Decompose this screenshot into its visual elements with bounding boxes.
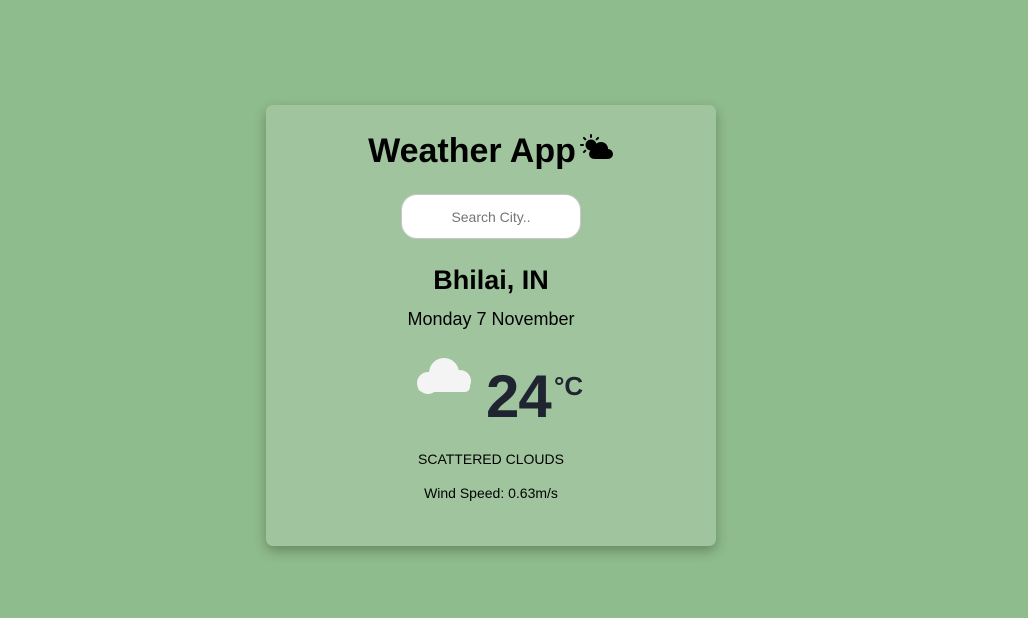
app-title: Weather App <box>266 131 716 171</box>
current-weather: 24 °C <box>266 353 716 433</box>
cloud-icon <box>417 358 471 394</box>
date-label: Monday 7 November <box>407 309 575 329</box>
weather-description: SCATTERED CLOUDS <box>418 451 564 467</box>
temperature-value: 24 <box>486 363 552 430</box>
app-title-text: Weather App <box>368 132 576 170</box>
sun-behind-cloud-icon <box>579 134 613 159</box>
wind-speed: Wind Speed: 0.63m/s <box>424 485 558 501</box>
search-city-input[interactable] <box>401 194 581 239</box>
temperature-unit: °C <box>554 371 584 401</box>
weather-card: Weather App Bhilai, IN Monday 7 November <box>266 105 716 546</box>
city-name: Bhilai, IN <box>433 265 549 295</box>
